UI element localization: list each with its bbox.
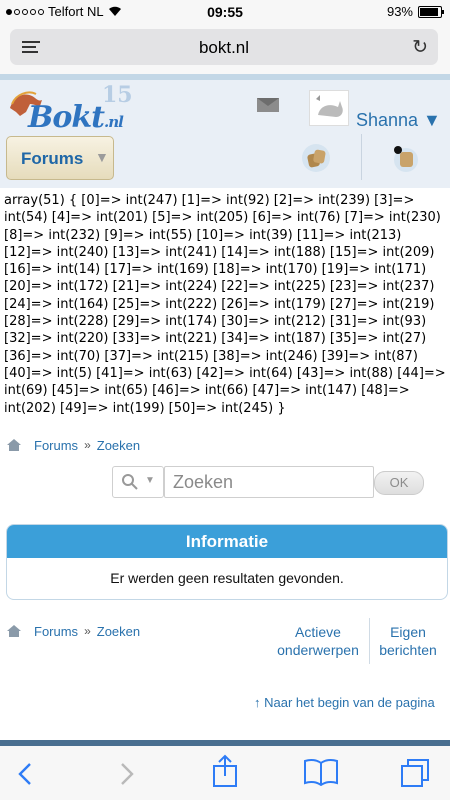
info-title: Informatie (7, 525, 447, 558)
info-panel: Informatie Er werden geen resultaten gev… (6, 524, 448, 600)
home-icon[interactable] (6, 438, 22, 452)
own-posts-line1: Eigen (390, 624, 426, 640)
search-placeholder: Zoeken (173, 472, 234, 492)
forward-icon[interactable] (116, 760, 136, 788)
browser-toolbar (0, 740, 450, 800)
url-field[interactable]: bokt.nl ↻ (10, 29, 438, 65)
info-message: Er werden geen resultaten gevonden. (110, 570, 344, 586)
own-posts-line2: berichten (379, 642, 437, 658)
url-domain[interactable]: bokt.nl (10, 38, 438, 58)
messages-icon[interactable] (390, 142, 422, 174)
toolbar-band (0, 740, 450, 746)
active-topics-link[interactable]: Actieve onderwerpen (268, 623, 368, 659)
bookmarks-icon[interactable] (303, 758, 339, 786)
breadcrumb-forums-link[interactable]: Forums (34, 438, 78, 453)
search-scope-dropdown[interactable]: ▼ (112, 466, 164, 498)
home-icon[interactable] (6, 624, 22, 638)
breadcrumb-separator: » (84, 624, 91, 638)
debug-array-output: array(51) { [0]=> int(247) [1]=> int(92)… (4, 193, 446, 416)
search-input[interactable]: Zoeken (164, 466, 374, 498)
breadcrumb-search-link[interactable]: Zoeken (97, 438, 140, 453)
mail-icon[interactable] (257, 98, 279, 112)
search-form: ▼ Zoeken OK (112, 466, 424, 498)
avatar[interactable] (309, 90, 349, 126)
breadcrumb-bottom: Forums » Zoeken (6, 621, 140, 641)
share-icon[interactable] (211, 754, 239, 788)
back-to-top-link[interactable]: ↑ Naar het begin van de pagina (254, 695, 435, 710)
battery-icon (418, 5, 444, 18)
back-icon[interactable] (16, 760, 36, 788)
search-ok-button[interactable]: OK (374, 471, 424, 495)
breadcrumb-separator: » (84, 438, 91, 452)
chevron-down-icon: ▼ (145, 475, 155, 486)
breadcrumb-search-link[interactable]: Zoeken (97, 624, 140, 639)
chevron-down-icon: ▼ (95, 149, 109, 165)
notifications-icon[interactable] (300, 142, 332, 174)
clock: 09:55 (207, 4, 243, 20)
forums-label: Forums (21, 149, 84, 168)
footer-divider (369, 618, 370, 664)
user-menu[interactable]: Shanna ▼ (356, 110, 441, 131)
logo-suffix: .nl (104, 113, 124, 131)
avatar-cat-icon (316, 95, 343, 117)
browser-address-bar: bokt.nl ↻ (0, 24, 450, 74)
active-topics-line1: Actieve (295, 624, 341, 640)
logo-text: Bokt (28, 100, 105, 135)
site-logo[interactable]: Bokt.nl 15 (6, 82, 136, 135)
site-header: Bokt.nl 15 Shanna ▼ Forums ▼ (0, 80, 450, 188)
header-divider (361, 134, 362, 180)
reload-icon[interactable]: ↻ (412, 36, 428, 59)
breadcrumb-forums-link[interactable]: Forums (34, 624, 78, 639)
forums-menu-button[interactable]: Forums ▼ (6, 136, 114, 180)
active-topics-line2: onderwerpen (277, 642, 359, 658)
breadcrumb: Forums » Zoeken (6, 435, 140, 455)
status-bar: Telfort NL 09:55 93% (0, 0, 450, 24)
tabs-icon[interactable] (400, 758, 430, 788)
own-posts-link[interactable]: Eigen berichten (372, 623, 444, 659)
search-icon (122, 474, 138, 490)
battery-percent: 93% (386, 4, 413, 19)
anniversary-badge: 15 (102, 82, 133, 108)
